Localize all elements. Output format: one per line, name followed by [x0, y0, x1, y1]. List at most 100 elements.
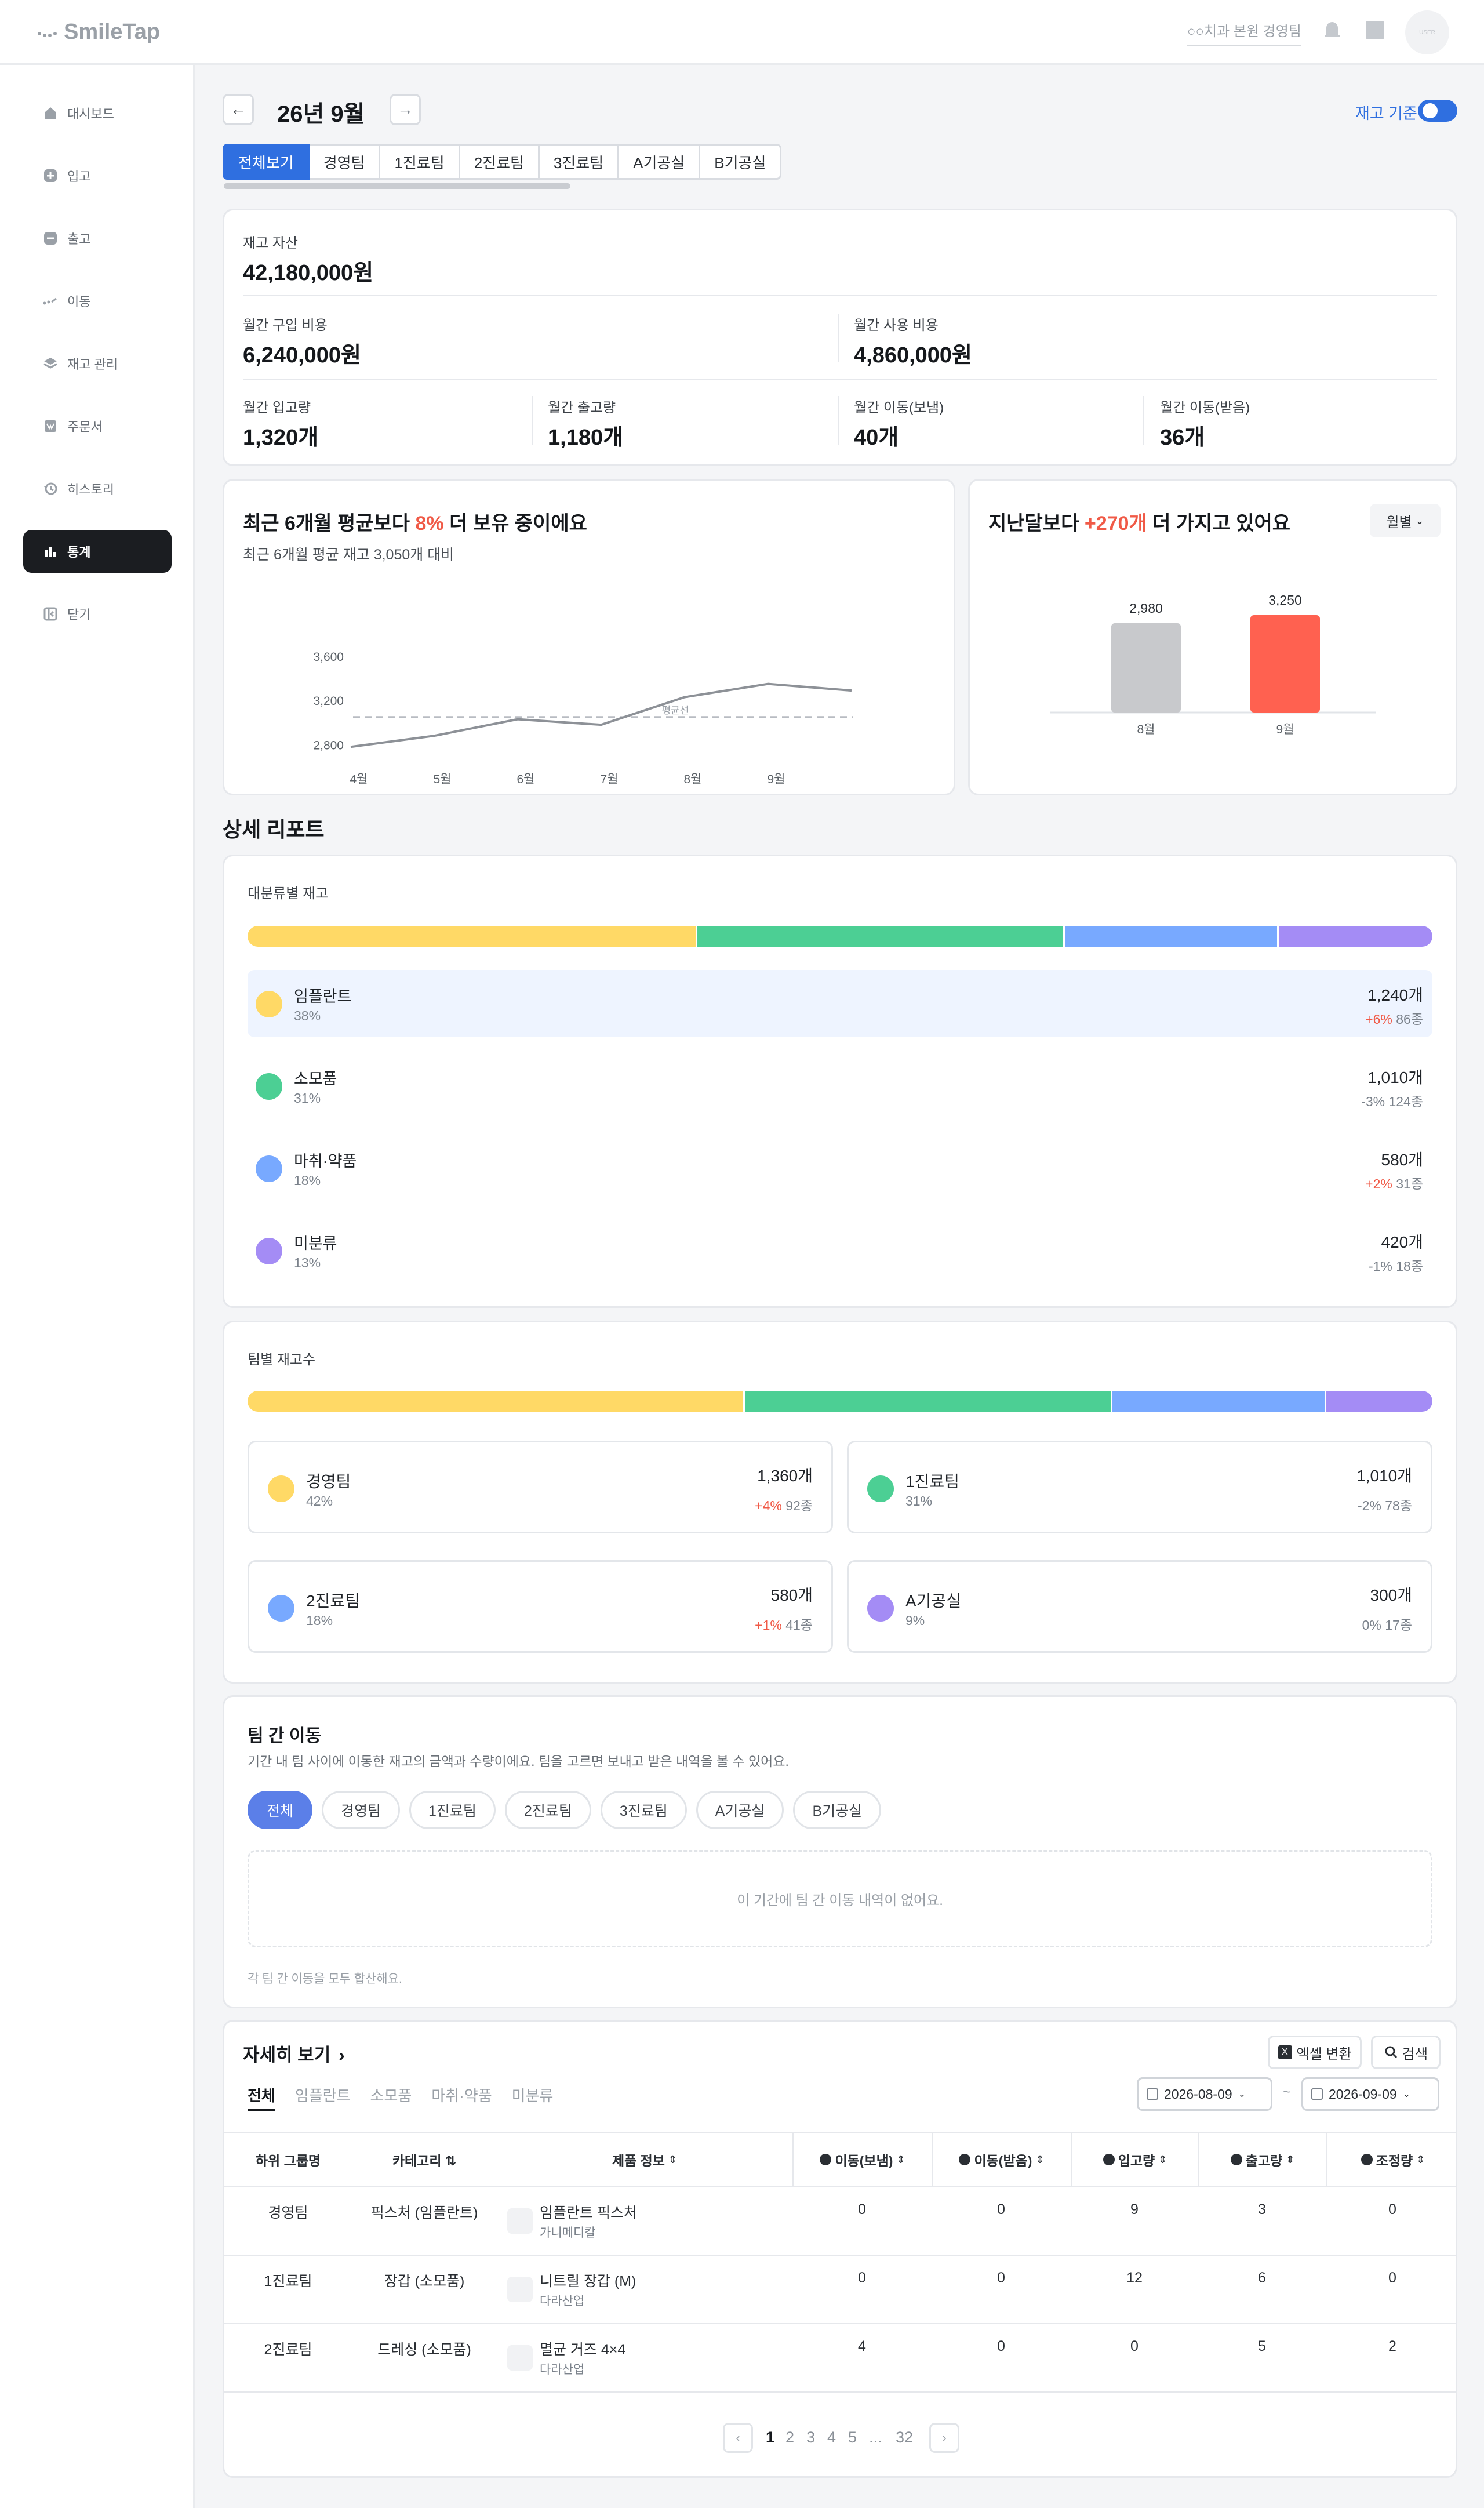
col-group[interactable]: 하위 그룹명: [224, 2133, 352, 2186]
tabs-scrollbar[interactable]: [224, 183, 570, 189]
info-icon: [1361, 2154, 1373, 2165]
sidebar-item-inventory[interactable]: 재고 관리: [23, 342, 172, 385]
purchase-value: 6,240,000원: [243, 343, 362, 368]
user-name[interactable]: ○○치과 본원 경영팀: [1187, 20, 1301, 46]
tab-care-1[interactable]: 1진료팀: [380, 144, 460, 180]
avatar[interactable]: USER: [1405, 10, 1449, 54]
category-row[interactable]: 소모품 31% 1,010개 -3% 124종: [248, 1052, 1432, 1119]
home-icon: [42, 104, 59, 122]
tab-lab-a[interactable]: A기공실: [619, 144, 701, 180]
table-row[interactable]: 경영팀 픽스처 (임플란트) 임플란트 픽스처 가니메디칼 0 0 9 3 0: [224, 2187, 1456, 2256]
tab-management[interactable]: 경영팀: [309, 144, 381, 180]
divider: [243, 379, 1437, 380]
calendar-icon: [1311, 2088, 1323, 2100]
next-page-button[interactable]: ›: [929, 2423, 959, 2453]
page-last[interactable]: 32: [896, 2429, 913, 2447]
chip-care-1[interactable]: 1진료팀: [409, 1791, 496, 1829]
page-5[interactable]: 5: [848, 2429, 857, 2447]
filter-uncategorized[interactable]: 미분류: [512, 2084, 554, 2111]
team-item[interactable]: 1진료팀 31% 1,010개 -2% 78종: [847, 1441, 1432, 1533]
col-received[interactable]: 이동(받음) ⇕: [932, 2133, 1071, 2186]
next-month-button[interactable]: →: [390, 94, 421, 125]
x-tick-label: 7월: [601, 773, 619, 786]
tab-care-3[interactable]: 3진료팀: [539, 144, 620, 180]
category-filter-tabs: 전체 임플란트 소모품 마취·약품 미분류: [248, 2084, 553, 2111]
chip-all[interactable]: 전체: [248, 1791, 313, 1829]
chip-care-2[interactable]: 2진료팀: [504, 1791, 591, 1829]
sidebar-item-statistics[interactable]: 통계: [23, 530, 172, 573]
col-category[interactable]: 카테고리 ⇅: [352, 2133, 497, 2186]
date-from-picker[interactable]: 2026-08-09 ⌄: [1137, 2077, 1272, 2111]
toggle-knob: [1423, 103, 1438, 118]
col-inbound[interactable]: 입고량 ⇕: [1071, 2133, 1198, 2186]
calendar-icon[interactable]: [1366, 21, 1384, 39]
sidebar-item-orders[interactable]: 주문서: [23, 405, 172, 448]
category-card: 대분류별 재고 임플란트 38% 1,240개 +6% 86종 소모품 31% …: [223, 855, 1457, 1308]
table-row[interactable]: 2진료팀 드레싱 (소모품) 멸균 거즈 4×4 다라산업 4 0 0 5 2: [224, 2324, 1456, 2393]
tab-all[interactable]: 전체보기: [223, 144, 310, 180]
line-chart: 3,600 3,200 2,800 4월 5월 6월 7월 8월 9월 평균선: [313, 650, 853, 786]
chip-care-3[interactable]: 3진료팀: [600, 1791, 687, 1829]
history-icon: [42, 480, 59, 497]
col-product[interactable]: 제품 정보 ⇕: [497, 2133, 792, 2186]
col-adjust[interactable]: 조정량 ⇕: [1326, 2133, 1456, 2186]
minus-square-icon: [42, 230, 59, 247]
purchase-label: 월간 구입 비용: [243, 318, 328, 333]
table-row[interactable]: 1진료팀 장갑 (소모품) 니트릴 장갑 (M) 다라산업 0 0 12 6 0: [224, 2256, 1456, 2324]
filter-implant[interactable]: 임플란트: [295, 2084, 351, 2111]
logo[interactable]: SmileTap: [37, 20, 160, 45]
stock-basis-toggle[interactable]: [1418, 100, 1457, 122]
page-4[interactable]: 4: [827, 2429, 836, 2447]
page-1[interactable]: 1: [766, 2429, 774, 2447]
sort-icon: ⇕: [1286, 2153, 1295, 2165]
category-row[interactable]: 미분류 13% 420개 -1% 18종: [248, 1217, 1432, 1284]
page-3[interactable]: 3: [806, 2429, 815, 2447]
tab-care-2[interactable]: 2진료팀: [460, 144, 540, 180]
x-tick-label: 6월: [517, 773, 535, 786]
chip-management[interactable]: 경영팀: [322, 1791, 401, 1829]
sidebar-item-dashboard[interactable]: 대시보드: [23, 92, 172, 135]
table-header: 하위 그룹명 카테고리 ⇅ 제품 정보 ⇕ 이동(보냄) ⇕ 이동(받음) ⇕ 입고량…: [224, 2132, 1456, 2187]
sort-icon: ⇕: [1035, 2153, 1045, 2165]
excel-button[interactable]: X 엑셀 변환: [1268, 2036, 1362, 2069]
filter-all[interactable]: 전체: [248, 2084, 275, 2111]
date-to-picker[interactable]: 2026-09-09 ⌄: [1301, 2077, 1439, 2111]
category-color-dot: [256, 991, 282, 1017]
excel-icon: X: [1278, 2045, 1292, 2059]
bar-value-label: 2,980: [1129, 601, 1163, 616]
move-sent-label: 월간 이동(보냄): [854, 400, 944, 416]
tab-lab-b[interactable]: B기공실: [700, 144, 782, 180]
date-separator: ~: [1283, 2084, 1292, 2100]
prev-page-button[interactable]: ‹: [723, 2423, 753, 2453]
sidebar-item-history[interactable]: 히스토리: [23, 467, 172, 510]
category-row[interactable]: 마취·약품 18% 580개 +2% 31종: [248, 1135, 1432, 1202]
sidebar-item-inbound[interactable]: 입고: [23, 154, 172, 197]
chip-lab-a[interactable]: A기공실: [696, 1791, 784, 1829]
bell-icon[interactable]: [1323, 20, 1341, 39]
bar-category-label: 8월: [1137, 723, 1155, 736]
col-sent[interactable]: 이동(보냄) ⇕: [792, 2133, 932, 2186]
category-row[interactable]: 임플란트 38% 1,240개 +6% 86종: [248, 970, 1432, 1037]
filter-consumable[interactable]: 소모품: [370, 2084, 412, 2111]
sidebar-item-move[interactable]: 이동: [23, 279, 172, 322]
detail-title-link[interactable]: 자세히 보기 ›: [243, 2040, 345, 2066]
search-button[interactable]: 검색: [1371, 2036, 1441, 2069]
team-color-dot: [268, 1595, 294, 1622]
divider: [532, 396, 533, 445]
info-icon: [1103, 2154, 1115, 2165]
team-item[interactable]: A기공실 9% 300개 0% 17종: [847, 1560, 1432, 1653]
filter-anesthesia[interactable]: 마취·약품: [431, 2084, 492, 2111]
chip-lab-b[interactable]: B기공실: [793, 1791, 882, 1829]
in-label: 월간 입고량: [243, 400, 311, 416]
prev-month-button[interactable]: ←: [223, 94, 254, 125]
sort-icon: ⇕: [896, 2153, 905, 2165]
product-thumb: [507, 2208, 533, 2234]
col-outbound[interactable]: 출고량 ⇕: [1198, 2133, 1326, 2186]
sidebar-item-collapse[interactable]: 닫기: [23, 593, 172, 635]
sidebar-item-outbound[interactable]: 출고: [23, 217, 172, 260]
page-2[interactable]: 2: [785, 2429, 794, 2447]
team-item[interactable]: 2진료팀 18% 580개 +1% 41종: [248, 1560, 833, 1653]
bar-chart-icon: [42, 543, 59, 560]
arrow-right-icon: →: [397, 100, 413, 118]
team-item[interactable]: 경영팀 42% 1,360개 +4% 92종: [248, 1441, 833, 1533]
